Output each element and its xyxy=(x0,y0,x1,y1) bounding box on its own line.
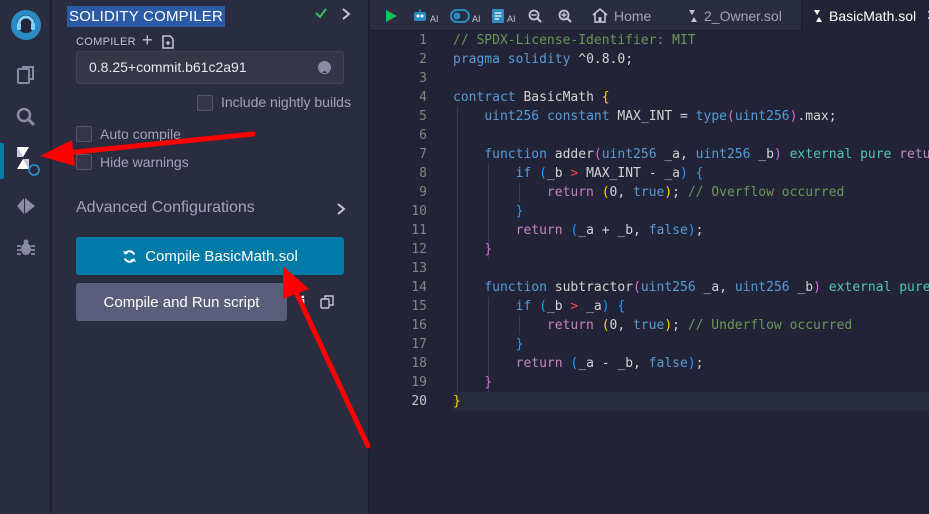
line-number: 1 xyxy=(419,33,427,48)
line-number: 8 xyxy=(419,166,427,181)
file-explorer-icon[interactable] xyxy=(0,55,51,95)
line-number: 18 xyxy=(411,356,427,371)
compiler-version-value: 0.8.25+commit.b61c2a91 xyxy=(89,59,247,75)
zoom-in-button[interactable] xyxy=(558,0,572,31)
zoom-out-button[interactable] xyxy=(528,0,542,31)
search-icon[interactable] xyxy=(0,97,51,137)
code-line: pragma solidity ^0.8.0; xyxy=(453,52,634,67)
code-line: } xyxy=(484,375,493,390)
line-number: 20 xyxy=(411,394,427,409)
ai-badge: AI xyxy=(472,13,481,24)
home-icon xyxy=(592,8,608,23)
code-line: return (0, true); // Underflow occurred xyxy=(546,318,853,333)
chevron-right-icon[interactable] xyxy=(341,7,351,21)
line-number: 17 xyxy=(411,337,427,352)
tab-home-label: Home xyxy=(614,7,652,24)
zoom-in-icon xyxy=(558,9,572,23)
line-number: 15 xyxy=(411,299,427,314)
load-file-icon[interactable] xyxy=(160,34,176,50)
advanced-configurations-toggle[interactable]: Advanced Configurations xyxy=(76,199,346,221)
auto-compile-checkbox[interactable] xyxy=(76,126,92,142)
line-number: 19 xyxy=(411,375,427,390)
robot-icon xyxy=(414,8,426,21)
code-line: function adder(uint256 _a, uint256 _b) e… xyxy=(484,147,929,162)
tab-basicmath[interactable]: BasicMath.sol ✕ xyxy=(801,0,929,31)
copy-icon[interactable] xyxy=(320,295,334,309)
line-number: 6 xyxy=(419,128,427,143)
hide-warnings-label: Hide warnings xyxy=(100,154,189,170)
include-nightly-label: Include nightly builds xyxy=(221,94,351,110)
panel-title: SOLIDITY COMPILER xyxy=(67,6,225,27)
current-line-highlight xyxy=(453,392,929,411)
line-number: 13 xyxy=(411,261,427,276)
compiler-label: COMPILER xyxy=(76,36,136,48)
line-number: 5 xyxy=(419,109,427,124)
tab-basicmath-label: BasicMath.sol xyxy=(829,7,917,24)
code-line: } xyxy=(515,337,524,352)
play-icon xyxy=(386,9,397,22)
hide-warnings-checkbox[interactable] xyxy=(76,154,92,170)
remix-logo-icon[interactable] xyxy=(0,0,51,50)
code-line: } xyxy=(453,394,461,409)
advanced-configurations-label: Advanced Configurations xyxy=(76,199,255,216)
debugger-icon[interactable] xyxy=(0,228,51,268)
document-icon xyxy=(492,8,504,23)
icon-rail xyxy=(0,0,51,514)
zoom-out-icon xyxy=(528,9,542,23)
line-number-gutter: 1 2 3 4 5 6 7 8 9 10 11 12 13 14 15 16 17 18 19 20 xyxy=(370,31,453,514)
code-line: return (_a + _b, false); xyxy=(515,223,704,238)
include-nightly-checkbox[interactable] xyxy=(197,95,213,111)
compile-and-run-label: Compile and Run script xyxy=(103,293,260,311)
code-line: } xyxy=(484,242,493,257)
line-number: 2 xyxy=(419,52,427,67)
chevron-right-icon xyxy=(337,203,346,215)
line-number: 16 xyxy=(411,318,427,333)
line-number: 9 xyxy=(419,185,427,200)
editor-tab-bar: AI AI AI Home 2_Owner.sol BasicMath.sol xyxy=(370,0,929,31)
toggle-icon xyxy=(450,8,470,23)
line-number: 11 xyxy=(411,223,427,238)
code-line: // SPDX-License-Identifier: MIT xyxy=(453,33,696,48)
select-arrows-icon xyxy=(318,61,331,79)
compile-and-run-button[interactable]: Compile and Run script xyxy=(76,283,287,321)
ai-badge: AI xyxy=(430,13,439,24)
code-line: if (_b > _a) { xyxy=(515,299,626,314)
ai-docs-button[interactable]: AI xyxy=(491,0,516,31)
line-number: 12 xyxy=(411,242,427,257)
ai-badge: AI xyxy=(507,13,516,24)
code-line: function subtractor(uint256 _a, uint256 … xyxy=(484,280,929,295)
line-number: 10 xyxy=(411,204,427,219)
solidity-compiler-panel: SOLIDITY COMPILER COMPILER + 0.8.25+comm… xyxy=(52,0,369,514)
code-line: contract BasicMath { xyxy=(453,90,610,105)
plus-icon[interactable]: + xyxy=(142,31,156,50)
code-line: if (_b > MAX_INT - _a) { xyxy=(515,166,704,181)
code-editor[interactable]: // SPDX-License-Identifier: MIT pragma s… xyxy=(453,31,929,514)
ai-toggle-button[interactable]: AI xyxy=(450,0,481,31)
line-number: 7 xyxy=(419,147,427,162)
tab-home[interactable]: Home xyxy=(592,0,651,31)
check-icon xyxy=(315,8,327,19)
auto-compile-label: Auto compile xyxy=(100,126,181,142)
line-number: 14 xyxy=(411,280,427,295)
deploy-run-icon[interactable] xyxy=(0,186,51,226)
compiler-version-select[interactable]: 0.8.25+commit.b61c2a91 xyxy=(76,51,344,84)
code-line: uint256 constant MAX_INT = type(uint256)… xyxy=(484,109,837,124)
refresh-icon xyxy=(123,249,137,263)
solidity-file-icon xyxy=(689,9,697,22)
code-line: } xyxy=(515,204,524,219)
solidity-file-icon xyxy=(813,9,823,23)
solidity-compiler-icon[interactable] xyxy=(0,141,51,181)
tab-owner[interactable]: 2_Owner.sol xyxy=(688,0,782,31)
code-line: return (_a - _b, false); xyxy=(515,356,704,371)
tab-owner-label: 2_Owner.sol xyxy=(704,7,782,24)
code-line: return (0, true); // Overflow occurred xyxy=(546,185,845,200)
run-script-button[interactable] xyxy=(384,0,398,31)
line-number: 3 xyxy=(419,71,427,86)
info-icon[interactable]: i xyxy=(300,293,310,311)
compile-button-label: Compile BasicMath.sol xyxy=(145,247,298,265)
line-number: 4 xyxy=(419,90,427,105)
ai-assistant-button[interactable]: AI xyxy=(412,0,439,31)
compile-button[interactable]: Compile BasicMath.sol xyxy=(76,237,344,275)
